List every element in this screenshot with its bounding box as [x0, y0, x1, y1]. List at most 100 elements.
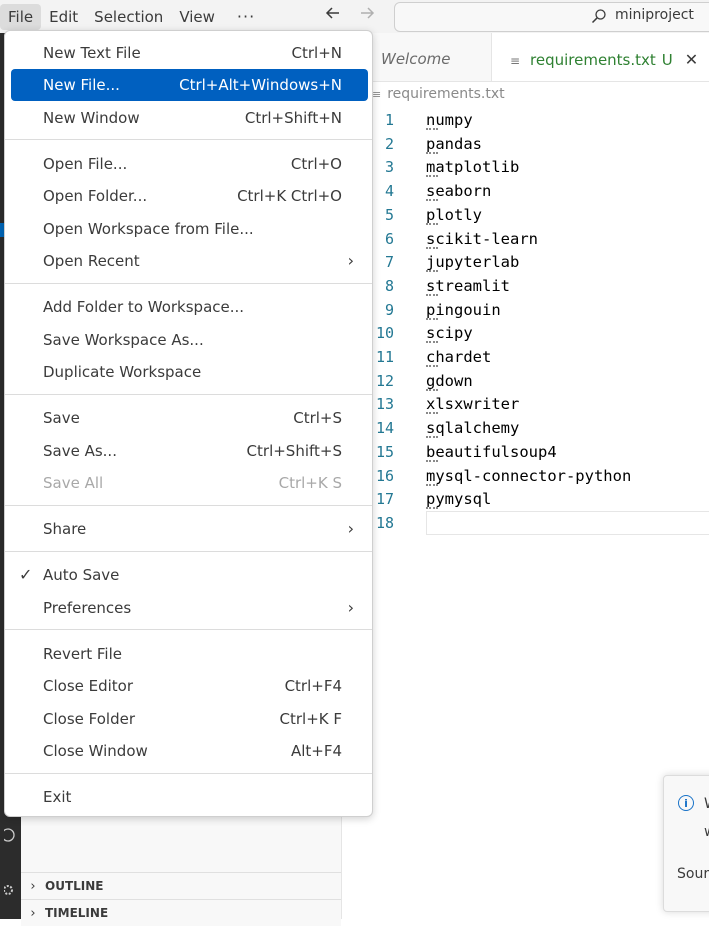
breadcrumb[interactable]: ≡ requirements.txt: [372, 86, 505, 102]
code-text: jupyterlab: [426, 250, 519, 274]
menu-item-label: Open File...: [43, 155, 128, 173]
menu-item-auto-save[interactable]: ✓ Auto Save: [11, 559, 368, 591]
menu-item-close-folder[interactable]: Close Folder Ctrl+K F: [11, 703, 368, 735]
menu-item-label: Open Folder...: [43, 187, 148, 205]
editor-line[interactable]: 15 beautifulsoup4: [341, 440, 709, 464]
arrow-right-icon[interactable]: [356, 4, 378, 27]
menu-item-label: Exit: [43, 788, 72, 806]
menu-item-close-editor[interactable]: Close Editor Ctrl+F4: [11, 670, 368, 702]
menu-item-shortcut: Alt+F4: [290, 742, 342, 760]
chevron-right-icon: ›: [347, 251, 354, 270]
menu-more-icon[interactable]: ···: [223, 4, 269, 30]
chevron-right-icon: ›: [30, 905, 36, 921]
menu-item-open-file[interactable]: Open File... Ctrl+O: [11, 148, 368, 180]
menu-item-save[interactable]: Save Ctrl+S: [11, 402, 368, 434]
code-text: numpy: [426, 108, 473, 132]
menu-separator: [5, 139, 372, 140]
current-line-highlight: [426, 510, 709, 535]
file-text-icon: ≡: [510, 54, 521, 68]
chevron-right-icon: ›: [30, 878, 36, 894]
menu-edit[interactable]: Edit: [41, 4, 86, 30]
menu-item-new-file[interactable]: New File... Ctrl+Alt+Windows+N: [11, 69, 368, 101]
menu-separator: [5, 629, 372, 630]
menu-item-open-workspace[interactable]: Open Workspace from File...: [11, 213, 368, 245]
editor-line[interactable]: 2 pandas: [341, 132, 709, 156]
editor-line[interactable]: 14 sqlalchemy: [341, 416, 709, 440]
code-text: sqlalchemy: [426, 416, 519, 440]
editor-line[interactable]: 8 streamlit: [341, 274, 709, 298]
menu-item-save-workspace-as[interactable]: Save Workspace As...: [11, 324, 368, 356]
menu-file[interactable]: File: [0, 3, 42, 30]
menu-item-label: Open Workspace from File...: [43, 220, 254, 238]
menu-item-new-window[interactable]: New Window Ctrl+Shift+N: [11, 102, 368, 134]
menu-item-shortcut: Ctrl+F4: [284, 677, 342, 695]
info-icon: i: [678, 795, 694, 811]
close-icon[interactable]: ✕: [685, 50, 698, 69]
editor-line[interactable]: 18: [341, 510, 709, 535]
editor-line[interactable]: 13 xlsxwriter: [341, 392, 709, 416]
menu-selection[interactable]: Selection: [86, 4, 171, 30]
gear-icon[interactable]: [0, 883, 21, 899]
menu-item-add-folder[interactable]: Add Folder to Workspace...: [11, 291, 368, 323]
menu-item-label: Share: [43, 520, 87, 538]
menu-item-shortcut: Ctrl+S: [293, 409, 342, 427]
menu-item-label: Close Window: [43, 742, 148, 760]
editor-tabs: Welcome ≡ requirements.txt U ✕: [341, 33, 709, 82]
menu-separator: [5, 394, 372, 395]
menu-item-open-folder[interactable]: Open Folder... Ctrl+K Ctrl+O: [11, 180, 368, 212]
menu-item-label: Duplicate Workspace: [43, 363, 202, 381]
menu-item-shortcut: Ctrl+Shift+S: [246, 442, 342, 460]
editor-line[interactable]: 7 jupyterlab: [341, 250, 709, 274]
menu-separator: [5, 773, 372, 774]
notification-toast[interactable]: i W w Sourc: [663, 775, 709, 912]
tab-welcome-label: Welcome: [381, 50, 451, 68]
code-text: scikit-learn: [426, 227, 538, 251]
editor-line[interactable]: 5 plotly: [341, 203, 709, 227]
chevron-right-icon: ›: [347, 598, 354, 617]
code-text: pymysql: [426, 487, 491, 511]
editor-line[interactable]: 16 mysql-connector-python: [341, 464, 709, 488]
editor-line[interactable]: 3 matplotlib: [341, 155, 709, 179]
menu-item-shortcut: Ctrl+Shift+N: [244, 109, 342, 127]
checkmark-icon: ✓: [19, 565, 33, 584]
editor-line[interactable]: 10 scipy: [341, 321, 709, 345]
code-text: seaborn: [426, 179, 491, 203]
editor-line[interactable]: 12 gdown: [341, 369, 709, 393]
menu-item-duplicate-workspace[interactable]: Duplicate Workspace: [11, 356, 368, 388]
editor-line[interactable]: 9 pingouin: [341, 298, 709, 322]
menu-item-shortcut: Ctrl+K F: [279, 710, 343, 728]
menu-view[interactable]: View: [171, 4, 223, 30]
editor-line[interactable]: 17 pymysql: [341, 487, 709, 511]
menu-item-new-text-file[interactable]: New Text File Ctrl+N: [11, 37, 368, 69]
untracked-badge: U: [661, 51, 673, 69]
menu-item-preferences[interactable]: Preferences ›: [11, 592, 368, 624]
tab-requirements-label: requirements.txt: [530, 51, 656, 69]
menu-item-shortcut: Ctrl+Alt+Windows+N: [179, 76, 342, 94]
command-center-search[interactable]: miniproject: [394, 2, 709, 32]
editor-line[interactable]: 4 seaborn: [341, 179, 709, 203]
editor-line[interactable]: 1 numpy: [341, 108, 709, 132]
timeline-panel-header[interactable]: › TIMELINE: [21, 899, 341, 926]
menu-item-label: Save All: [43, 474, 104, 492]
menu-item-label: New File...: [43, 76, 120, 94]
outline-panel-header[interactable]: › OUTLINE: [21, 872, 341, 899]
editor-line[interactable]: 6 scikit-learn: [341, 227, 709, 251]
menu-item-exit[interactable]: Exit: [11, 781, 368, 813]
account-icon[interactable]: [0, 828, 21, 844]
arrow-left-icon[interactable]: [322, 4, 344, 27]
editor-line[interactable]: 11 chardet: [341, 345, 709, 369]
menu-item-label: Save As...: [43, 442, 117, 460]
code-text: streamlit: [426, 274, 510, 298]
menu-item-save-as[interactable]: Save As... Ctrl+Shift+S: [11, 435, 368, 467]
code-text: plotly: [426, 203, 482, 227]
tab-requirements[interactable]: ≡ requirements.txt U ✕: [492, 33, 709, 81]
menu-separator: [5, 505, 372, 506]
menu-item-shortcut: Ctrl+O: [290, 155, 342, 173]
menu-item-label: Close Folder: [43, 710, 135, 728]
file-menu: New Text File Ctrl+N New File... Ctrl+Al…: [4, 30, 373, 817]
menu-item-open-recent[interactable]: Open Recent ›: [11, 245, 368, 277]
code-text: beautifulsoup4: [426, 440, 557, 464]
menu-item-share[interactable]: Share ›: [11, 513, 368, 545]
menu-item-close-window[interactable]: Close Window Alt+F4: [11, 735, 368, 767]
menu-item-revert-file[interactable]: Revert File: [11, 638, 368, 670]
